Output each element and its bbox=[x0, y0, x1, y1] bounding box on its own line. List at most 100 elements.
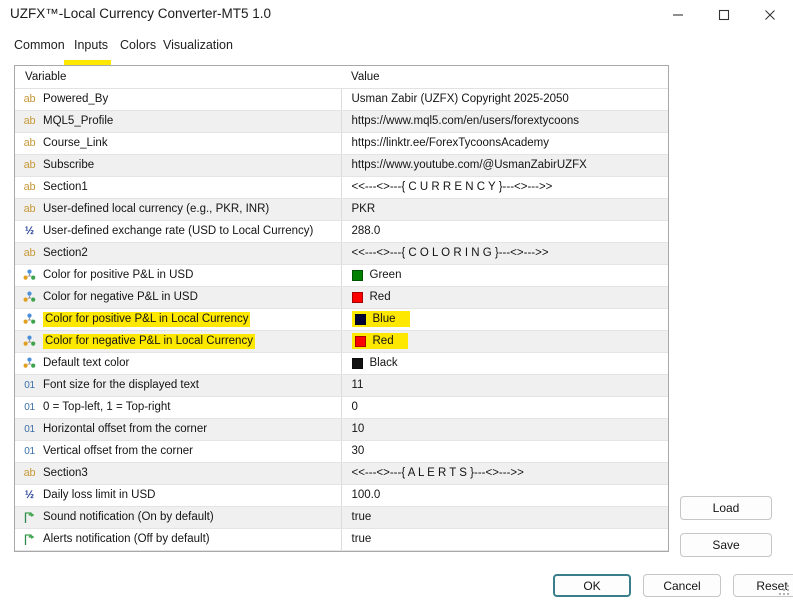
ok-button[interactable]: OK bbox=[553, 574, 631, 597]
type-boolean-icon bbox=[22, 510, 37, 524]
type-color-icon bbox=[22, 312, 37, 326]
minimize-button[interactable] bbox=[655, 0, 701, 30]
table-row[interactable]: ½ Daily loss limit in USD 100.0 bbox=[15, 484, 668, 507]
table-row[interactable]: ab Powered_By Usman Zabir (UZFX) Copyright… bbox=[15, 88, 668, 111]
table-row[interactable]: ab Section1 <<---<>---{ C U R R E N C Y }-… bbox=[15, 176, 668, 199]
table-cell-value[interactable]: <<---<>---{ C U R R E N C Y }---<>--->> bbox=[341, 176, 668, 199]
value-label: Usman Zabir (UZFX) Copyright 2025-2050 bbox=[351, 93, 569, 105]
variable-label: Daily loss limit in USD bbox=[43, 489, 156, 501]
type-string-icon: ab bbox=[23, 203, 36, 215]
tab-inputs[interactable]: Inputs bbox=[66, 32, 116, 58]
close-button[interactable] bbox=[747, 0, 793, 30]
table-row[interactable]: Sound notification (On by default) true bbox=[15, 506, 668, 529]
table-row[interactable]: 01 Font size for the displayed text 11 bbox=[15, 374, 669, 397]
variable-cell-content: Color for positive P&L in Local Currency bbox=[15, 309, 340, 330]
dialog-button-group: OK Cancel Reset bbox=[553, 574, 793, 597]
table-cell-value[interactable]: <<---<>---{ C O L O R I N G }---<>--->> bbox=[341, 242, 668, 265]
color-swatch[interactable] bbox=[354, 313, 366, 325]
cancel-button[interactable]: Cancel bbox=[643, 574, 721, 597]
variable-label: MQL5_Profile bbox=[43, 115, 114, 127]
color-swatch[interactable] bbox=[351, 269, 363, 281]
value-cell-content: Black bbox=[342, 353, 669, 374]
table-cell-variable: Default text color bbox=[15, 352, 342, 375]
load-button[interactable]: Load bbox=[680, 496, 772, 520]
table-cell-value[interactable]: 100.0 bbox=[341, 484, 668, 507]
table-cell-value[interactable]: 10 bbox=[341, 418, 668, 441]
table-cell-variable: Color for positive P&L in USD bbox=[15, 264, 342, 287]
table-row[interactable]: Color for negative P&L in USD Red bbox=[15, 286, 668, 309]
variable-label: Color for positive P&L in Local Currency bbox=[43, 311, 251, 327]
value-label: true bbox=[351, 533, 372, 545]
maximize-button[interactable] bbox=[701, 0, 747, 30]
table-cell-value[interactable]: Black bbox=[341, 352, 669, 375]
value-cell-content: 11 bbox=[342, 375, 669, 396]
type-string-icon: ab bbox=[23, 181, 36, 193]
table-cell-value[interactable]: Red bbox=[341, 330, 668, 353]
table-cell-variable: ½ User-defined exchange rate (USD to Loca… bbox=[15, 220, 342, 243]
table-cell-value[interactable]: 11 bbox=[341, 374, 669, 397]
variable-label: Sound notification (On by default) bbox=[43, 511, 214, 523]
table-cell-variable: Color for negative P&L in Local Currency bbox=[15, 330, 342, 353]
color-swatch[interactable] bbox=[351, 357, 363, 369]
table-row[interactable]: ab User-defined local currency (e.g., PKR… bbox=[15, 198, 668, 221]
table-cell-value[interactable]: 288.0 bbox=[341, 220, 668, 243]
table-cell-value[interactable]: https://www.mql5.com/en/users/forextycoo… bbox=[341, 110, 668, 133]
variable-cell-content: ½ User-defined exchange rate (USD to Loca… bbox=[15, 221, 340, 242]
table-cell-value[interactable]: PKR bbox=[341, 198, 668, 221]
variable-label: Horizontal offset from the corner bbox=[43, 423, 208, 435]
type-boolean-icon bbox=[22, 532, 37, 546]
type-integer-icon: 01 bbox=[24, 445, 35, 457]
table-row[interactable]: ab Section3 <<---<>---{ A L E R T S }---<>… bbox=[15, 462, 669, 485]
value-label: Green bbox=[369, 269, 402, 281]
color-swatch[interactable] bbox=[354, 335, 366, 347]
value-label: <<---<>---{ A L E R T S }---<>--->> bbox=[351, 467, 524, 479]
table-cell-value[interactable]: Blue bbox=[341, 308, 668, 331]
table-row[interactable]: ab Subscribe https://www.youtube.com/@Usma… bbox=[15, 154, 668, 177]
column-header-variable: Variable bbox=[15, 66, 341, 89]
table-row[interactable]: 01 Vertical offset from the corner 30 bbox=[15, 440, 668, 463]
variable-label: Section3 bbox=[43, 467, 88, 479]
table-row[interactable]: 01 0 = Top-left, 1 = Top-right 0 bbox=[15, 396, 669, 419]
table-row[interactable]: ab Course_Link https://linktr.ee/ForexTyco… bbox=[15, 132, 668, 155]
value-label: PKR bbox=[351, 203, 376, 215]
resize-grip[interactable] bbox=[778, 585, 790, 597]
variable-cell-content: Color for negative P&L in Local Currency bbox=[15, 331, 340, 352]
table-row[interactable]: ab MQL5_Profile https://www.mql5.com/en/us… bbox=[15, 110, 668, 133]
variable-label: Course_Link bbox=[43, 137, 108, 149]
table-row[interactable]: Color for positive P&L in USD Green bbox=[15, 264, 668, 287]
table-cell-variable: ab Section1 bbox=[15, 176, 342, 199]
type-string-icon: ab bbox=[23, 247, 36, 259]
tab-common[interactable]: Common bbox=[6, 32, 73, 58]
table-cell-value[interactable]: https://linktr.ee/ForexTycoonsAcademy bbox=[341, 132, 668, 155]
table-cell-value[interactable]: <<---<>---{ A L E R T S }---<>--->> bbox=[341, 462, 669, 485]
title-bar: UZFX™-Local Currency Converter-MT5 1.0 bbox=[0, 0, 793, 30]
table-cell-value[interactable]: true bbox=[341, 528, 668, 551]
table-cell-value[interactable]: Red bbox=[341, 286, 668, 309]
variable-cell-content: ab Section1 bbox=[15, 177, 340, 198]
table-row[interactable]: Color for positive P&L in Local Currency… bbox=[15, 308, 668, 331]
save-button[interactable]: Save bbox=[680, 533, 772, 557]
table-row[interactable]: ½ User-defined exchange rate (USD to Loca… bbox=[15, 220, 668, 243]
tab-visualization[interactable]: Visualization bbox=[155, 32, 241, 58]
table-row[interactable]: ab Section2 <<---<>---{ C O L O R I N G }-… bbox=[15, 242, 668, 265]
table-cell-value[interactable]: Usman Zabir (UZFX) Copyright 2025-2050 bbox=[341, 88, 668, 111]
value-label: 0 bbox=[351, 401, 358, 413]
variable-cell-content: ab MQL5_Profile bbox=[15, 111, 340, 132]
value-label: https://linktr.ee/ForexTycoonsAcademy bbox=[351, 137, 550, 149]
color-swatch[interactable] bbox=[351, 291, 363, 303]
table-cell-value[interactable]: 0 bbox=[341, 396, 669, 419]
table-row[interactable]: Default text color Black bbox=[15, 352, 669, 375]
window-controls bbox=[655, 0, 793, 30]
table-cell-value[interactable]: 30 bbox=[341, 440, 668, 463]
table-cell-value[interactable]: Green bbox=[341, 264, 668, 287]
table-row[interactable]: Alerts notification (Off by default) true bbox=[15, 528, 668, 551]
table-cell-variable: 01 Horizontal offset from the corner bbox=[15, 418, 342, 441]
value-label: Black bbox=[369, 357, 398, 369]
table-row[interactable]: 01 Horizontal offset from the corner 10 bbox=[15, 418, 668, 441]
table-cell-value[interactable]: https://www.youtube.com/@UsmanZabirUZFX bbox=[341, 154, 668, 177]
value-cell-content: 0 bbox=[342, 397, 669, 418]
value-cell-content: <<---<>---{ A L E R T S }---<>--->> bbox=[342, 463, 669, 484]
table-cell-value[interactable]: true bbox=[341, 506, 668, 529]
value-label: 100.0 bbox=[351, 489, 381, 501]
table-row[interactable]: Color for negative P&L in Local Currency… bbox=[15, 330, 668, 353]
